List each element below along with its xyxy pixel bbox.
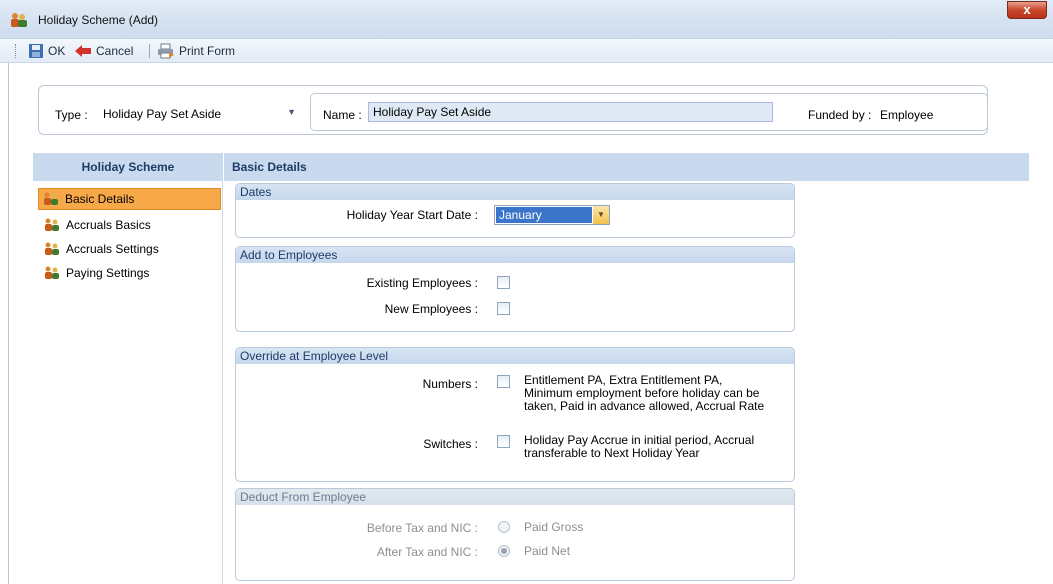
funded-by-value: Employee [880,108,934,122]
dates-group-title: Dates [236,184,794,200]
save-icon [29,44,43,58]
before-tax-label: Before Tax and NIC : [366,521,478,535]
page-title: Basic Details [224,153,1029,181]
name-label: Name : [323,108,362,122]
type-dropdown[interactable]: Holiday Pay Set Aside ▼ [98,103,303,123]
holiday-scheme-window: Holiday Scheme (Add) x OK Cancel Print F… [0,0,1053,584]
existing-employees-label: Existing Employees : [366,276,478,290]
override-group: Override at Employee Level [235,347,795,482]
back-arrow-icon [75,45,91,57]
sidebar-item-label: Accruals Settings [66,242,159,256]
paid-net-radio[interactable] [498,545,510,557]
print-form-button[interactable]: Print Form [157,41,235,61]
switches-description-line2: transferable to Next Holiday Year [524,446,700,460]
sidebar-item-accruals-settings[interactable]: Accruals Settings [40,238,220,260]
sidebar-title: Holiday Scheme [33,153,223,181]
people-icon [45,266,59,279]
toolbar-separator [149,44,150,58]
holiday-year-start-dropdown[interactable]: January ▼ [494,205,610,225]
numbers-checkbox[interactable] [497,375,510,388]
paid-net-label: Paid Net [524,544,571,558]
switches-checkbox[interactable] [497,435,510,448]
holiday-year-start-value: January [496,207,592,223]
override-group-title: Override at Employee Level [236,348,794,364]
people-icon [44,192,58,205]
sidebar-item-paying-settings[interactable]: Paying Settings [40,262,220,284]
after-tax-label: After Tax and NIC : [376,545,478,559]
new-employees-checkbox[interactable] [497,302,510,315]
window-title: Holiday Scheme (Add) [38,13,159,27]
type-value: Holiday Pay Set Aside [103,107,222,121]
cancel-button[interactable]: Cancel [74,41,133,61]
print-icon [158,43,174,59]
numbers-description-line3: taken, Paid in advance allowed, Accrual … [524,399,765,413]
people-icon [11,13,27,27]
print-form-label: Print Form [179,44,236,58]
holiday-year-start-label: Holiday Year Start Date : [346,208,478,222]
paid-gross-radio[interactable] [498,521,510,533]
sidebar-item-label: Paying Settings [66,266,150,280]
type-label: Type : [55,108,88,122]
sidebar-item-label: Basic Details [65,192,135,206]
add-to-employees-title: Add to Employees [236,247,794,263]
sidebar-item-basic-details[interactable]: Basic Details [38,188,221,210]
chevron-down-icon[interactable]: ▼ [593,206,609,224]
people-icon [45,218,59,231]
cancel-label: Cancel [96,44,134,58]
title-bar: Holiday Scheme (Add) x [0,0,1053,39]
people-icon [45,242,59,255]
sidebar-item-accruals-basics[interactable]: Accruals Basics [40,214,220,236]
switches-label: Switches : [423,437,478,451]
paid-gross-label: Paid Gross [524,520,584,534]
sidebar-item-label: Accruals Basics [66,218,151,232]
deduct-group-title: Deduct From Employee [236,489,794,505]
ok-button[interactable]: OK [28,41,65,61]
numbers-label: Numbers : [422,377,478,391]
new-employees-label: New Employees : [384,302,478,316]
close-button[interactable]: x [1007,1,1047,19]
funded-by-label: Funded by : [808,108,872,122]
window-border [8,63,9,584]
name-input[interactable]: Holiday Pay Set Aside [368,102,773,122]
chevron-down-icon: ▼ [287,107,296,117]
toolbar-grip[interactable] [15,44,18,58]
toolbar: OK Cancel Print Form [0,39,1053,63]
existing-employees-checkbox[interactable] [497,276,510,289]
ok-label: OK [48,44,66,58]
